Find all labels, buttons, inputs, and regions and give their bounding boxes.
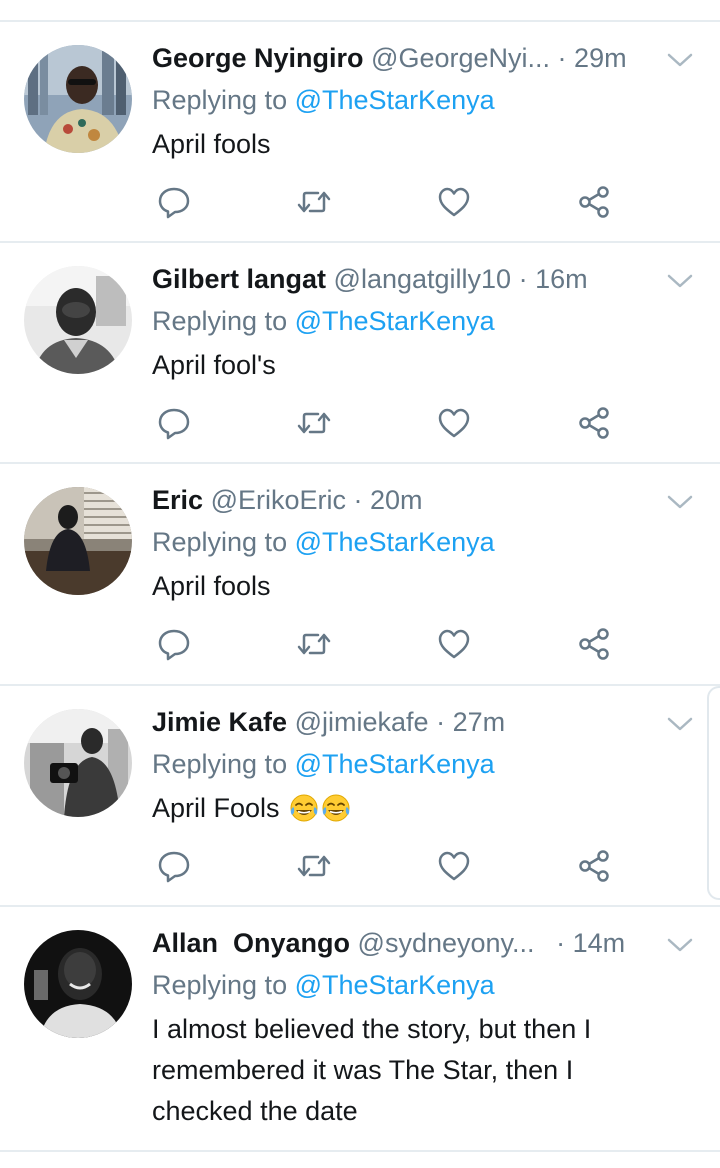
tweet-text: I almost believed the story, but then I … — [152, 1014, 592, 1126]
replying-label: Replying to — [152, 749, 288, 779]
separator-dot: · — [353, 485, 363, 515]
avatar[interactable] — [24, 709, 132, 817]
tweet-divider — [0, 905, 720, 907]
separator-dot: · — [518, 264, 528, 294]
replying-label: Replying to — [152, 306, 288, 336]
tweet-2[interactable]: Gilbert langat @langatgilly10 · 16m Repl… — [0, 259, 720, 463]
share-icon[interactable] — [576, 626, 612, 662]
chevron-down-icon[interactable] — [666, 714, 694, 734]
tweet-header: Eric @ErikoEric · 20m — [152, 480, 423, 520]
tweet-text-content: April Fools — [152, 793, 280, 823]
display-name[interactable]: George Nyingiro — [152, 43, 364, 73]
reply-icon[interactable] — [156, 405, 192, 441]
tweet-5[interactable]: Allan Onyango @sydneyony... · 14m Replyi… — [0, 923, 720, 1148]
replying-to: Replying to @TheStarKenya — [152, 744, 495, 784]
replying-to: Replying to @TheStarKenya — [152, 301, 495, 341]
face-with-tears-of-joy-icon — [322, 794, 350, 822]
tweet-header: Jimie Kafe @jimiekafe · 27m — [152, 702, 505, 742]
display-name[interactable]: Allan Onyango — [152, 928, 350, 958]
share-icon[interactable] — [576, 405, 612, 441]
display-name[interactable]: Jimie Kafe — [152, 707, 287, 737]
share-icon[interactable] — [576, 848, 612, 884]
retweet-icon[interactable] — [296, 184, 332, 220]
scrollbar[interactable] — [707, 686, 720, 900]
tweet-4[interactable]: Jimie Kafe @jimiekafe · 27m Replying to … — [0, 702, 720, 906]
tweet-divider — [0, 684, 720, 686]
retweet-icon[interactable] — [296, 626, 332, 662]
tweet-text: April Fools — [152, 788, 692, 829]
mention-link[interactable]: @TheStarKenya — [295, 749, 495, 779]
separator-dot: · — [436, 707, 446, 737]
like-icon[interactable] — [436, 405, 472, 441]
tweet-divider — [0, 1150, 720, 1152]
share-icon[interactable] — [576, 184, 612, 220]
reply-icon[interactable] — [156, 626, 192, 662]
mention-link[interactable]: @TheStarKenya — [295, 527, 495, 557]
user-handle[interactable]: @GeorgeNyi... — [371, 43, 550, 73]
timestamp[interactable]: 16m — [535, 264, 588, 294]
tweet-text: April fool's — [152, 350, 276, 380]
separator-dot: · — [557, 43, 567, 73]
timestamp[interactable]: 27m — [453, 707, 506, 737]
avatar[interactable] — [24, 266, 132, 374]
tweet-text: April fools — [152, 571, 271, 601]
display-name[interactable]: Eric — [152, 485, 203, 515]
user-handle[interactable]: @langatgilly10 — [334, 264, 512, 294]
chevron-down-icon[interactable] — [666, 271, 694, 291]
mention-link[interactable]: @TheStarKenya — [295, 85, 495, 115]
like-icon[interactable] — [436, 848, 472, 884]
tweet-3[interactable]: Eric @ErikoEric · 20m Replying to @TheSt… — [0, 480, 720, 684]
user-handle[interactable]: @ErikoEric — [211, 485, 346, 515]
timestamp[interactable]: 20m — [370, 485, 423, 515]
reply-icon[interactable] — [156, 184, 192, 220]
avatar[interactable] — [24, 930, 132, 1038]
tweet-1[interactable]: George Nyingiro @GeorgeNyi... · 29m Repl… — [0, 38, 720, 242]
avatar[interactable] — [24, 45, 132, 153]
retweet-icon[interactable] — [296, 848, 332, 884]
tweet-divider — [0, 241, 720, 243]
chevron-down-icon[interactable] — [666, 50, 694, 70]
avatar[interactable] — [24, 487, 132, 595]
like-icon[interactable] — [436, 626, 472, 662]
reply-icon[interactable] — [156, 848, 192, 884]
mention-link[interactable]: @TheStarKenya — [295, 306, 495, 336]
tweet-text: April fools — [152, 129, 271, 159]
tweet-header: Gilbert langat @langatgilly10 · 16m — [152, 259, 588, 299]
tweet-divider — [0, 462, 720, 464]
replying-to: Replying to @TheStarKenya — [152, 522, 495, 562]
separator-dot: · — [556, 928, 566, 958]
replying-label: Replying to — [152, 527, 288, 557]
display-name[interactable]: Gilbert langat — [152, 264, 326, 294]
mention-link[interactable]: @TheStarKenya — [295, 970, 495, 1000]
top-divider — [0, 20, 720, 22]
replying-label: Replying to — [152, 970, 288, 1000]
user-handle[interactable]: @jimiekafe — [295, 707, 429, 737]
like-icon[interactable] — [436, 184, 472, 220]
replying-label: Replying to — [152, 85, 288, 115]
user-handle[interactable]: @sydneyony... — [358, 928, 535, 958]
chevron-down-icon[interactable] — [666, 935, 694, 955]
chevron-down-icon[interactable] — [666, 492, 694, 512]
retweet-icon[interactable] — [296, 405, 332, 441]
replying-to: Replying to @TheStarKenya — [152, 965, 495, 1005]
timestamp[interactable]: 29m — [574, 43, 627, 73]
face-with-tears-of-joy-icon — [290, 794, 318, 822]
tweet-header: George Nyingiro @GeorgeNyi... · 29m — [152, 38, 627, 78]
replying-to: Replying to @TheStarKenya — [152, 80, 495, 120]
tweet-header: Allan Onyango @sydneyony... · 14m — [152, 923, 625, 963]
timestamp[interactable]: 14m — [573, 928, 626, 958]
